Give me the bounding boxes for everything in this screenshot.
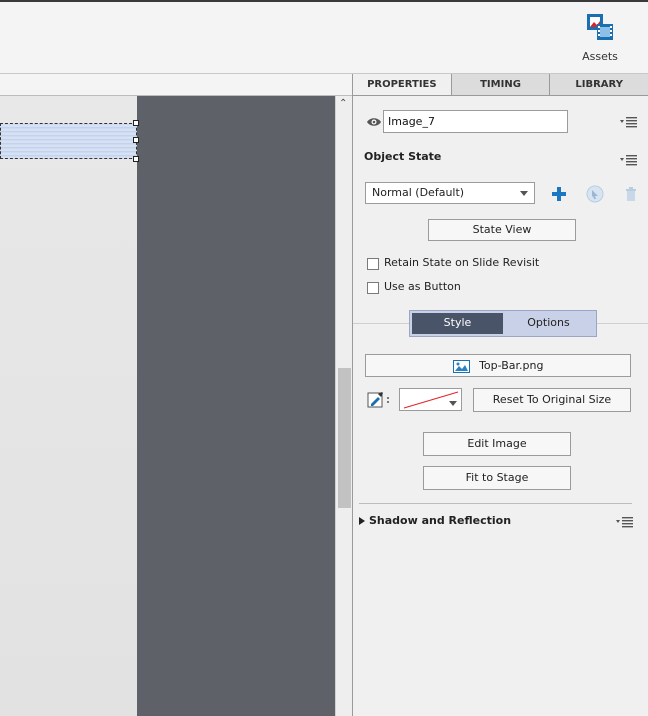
object-state-select[interactable]: Normal (Default)	[365, 182, 535, 204]
image-file-button[interactable]: Top-Bar.png	[365, 354, 631, 377]
object-state-menu-icon[interactable]	[620, 154, 638, 166]
object-state-title: Object State	[364, 150, 442, 163]
properties-panel: PROPERTIES TIMING LIBRARY Object State N…	[352, 74, 648, 716]
delete-state-icon[interactable]	[622, 185, 640, 203]
canvas-ruler	[0, 74, 352, 96]
retain-state-checkbox[interactable]	[367, 258, 379, 270]
object-name-row	[365, 110, 638, 134]
image-icon	[452, 359, 470, 373]
chevron-down-icon	[520, 191, 528, 196]
slide-canvas[interactable]	[0, 96, 137, 716]
vertical-scrollbar[interactable]: ⌃	[335, 96, 352, 716]
top-toolbar: Assets	[0, 0, 648, 74]
assets-icon	[587, 14, 613, 40]
tab-properties[interactable]: PROPERTIES	[353, 74, 452, 95]
retain-state-label: Retain State on Slide Revisit	[384, 256, 540, 269]
assets-button[interactable]: Assets	[570, 12, 630, 63]
shadow-reflection-section[interactable]: Shadow and Reflection	[359, 514, 639, 530]
tab-options[interactable]: Options	[503, 313, 594, 334]
tab-style[interactable]: Style	[412, 313, 503, 334]
expand-triangle-icon[interactable]	[359, 517, 365, 525]
panel-menu-icon[interactable]	[620, 116, 638, 128]
scroll-up-icon[interactable]: ⌃	[339, 98, 347, 109]
image-file-name: Top-Bar.png	[479, 359, 544, 372]
scrollbar-thumb[interactable]	[338, 368, 351, 508]
add-state-icon[interactable]	[550, 185, 568, 203]
selected-image-object[interactable]	[0, 123, 137, 159]
shadow-reflection-label: Shadow and Reflection	[369, 514, 512, 527]
resize-handle-top-right[interactable]	[133, 120, 139, 126]
use-as-button-label: Use as Button	[384, 280, 461, 293]
resize-handle-bottom-right[interactable]	[133, 156, 139, 162]
style-options-toggle: Style Options	[409, 310, 597, 337]
section-divider	[359, 503, 632, 504]
color-swatch-dropdown[interactable]	[399, 388, 462, 411]
edit-state-icon[interactable]	[586, 185, 604, 203]
no-color-slash-icon	[403, 391, 459, 409]
state-view-button[interactable]: State View	[428, 219, 576, 241]
visibility-eye-icon[interactable]	[366, 116, 382, 128]
edit-image-button[interactable]: Edit Image	[423, 432, 571, 456]
reset-to-original-size-button[interactable]: Reset To Original Size	[473, 388, 631, 412]
object-state-select-value: Normal (Default)	[372, 186, 465, 199]
resize-handle-middle-right[interactable]	[133, 137, 139, 143]
assets-label: Assets	[582, 50, 618, 63]
use-as-button-checkbox[interactable]	[367, 282, 379, 294]
panel-tabs: PROPERTIES TIMING LIBRARY	[353, 74, 648, 96]
tab-library[interactable]: LIBRARY	[550, 74, 648, 95]
chevron-down-icon	[449, 401, 457, 406]
shadow-menu-icon[interactable]	[616, 516, 634, 528]
fit-to-stage-button[interactable]: Fit to Stage	[423, 466, 571, 490]
tab-timing[interactable]: TIMING	[451, 74, 551, 95]
eyedropper-icon[interactable]	[367, 390, 391, 408]
object-name-input[interactable]	[383, 110, 568, 133]
